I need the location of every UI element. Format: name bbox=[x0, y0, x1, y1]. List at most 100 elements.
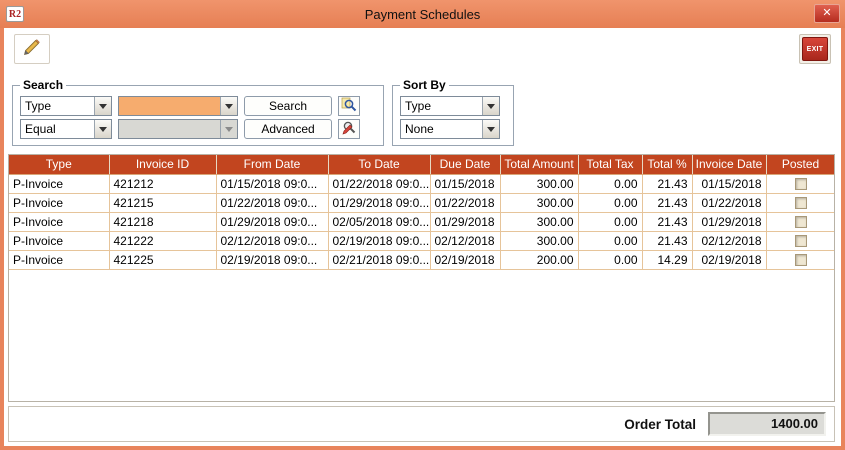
sort-primary-value: Type bbox=[405, 99, 432, 113]
cell-total-tax: 0.00 bbox=[578, 231, 643, 251]
cell-type: P-Invoice bbox=[9, 212, 110, 232]
advanced-button[interactable]: Advanced bbox=[244, 119, 332, 139]
order-total-label: Order Total bbox=[624, 416, 696, 432]
sort-panel: Sort By Type None bbox=[392, 78, 514, 146]
cell-total-pct: 21.43 bbox=[642, 174, 693, 194]
exit-button[interactable]: EXIT bbox=[799, 34, 831, 64]
search-value2-text bbox=[119, 120, 220, 138]
magnifier-icon bbox=[341, 97, 357, 116]
cell-from-date: 01/15/2018 09:0... bbox=[216, 174, 329, 194]
chevron-down-icon bbox=[94, 97, 111, 115]
window-content: EXIT Search Type Search Equal Advanced S… bbox=[4, 28, 841, 446]
search-value-combo[interactable] bbox=[118, 96, 238, 116]
payment-schedules-window: Payment Schedules R2 ✕ EXIT Search Type bbox=[0, 0, 845, 450]
cell-due-date: 01/15/2018 bbox=[430, 174, 501, 194]
table-row[interactable]: P-Invoice 421225 02/19/2018 09:0... 02/21/2… bbox=[9, 250, 834, 270]
cell-total-amount: 300.00 bbox=[500, 212, 579, 232]
search-panel: Search Type Search Equal Advanced bbox=[12, 78, 384, 146]
cell-due-date: 01/22/2018 bbox=[430, 193, 501, 213]
col-invoice-date[interactable]: Invoice Date bbox=[692, 155, 767, 175]
cell-posted bbox=[766, 193, 834, 213]
cell-from-date: 02/19/2018 09:0... bbox=[216, 250, 329, 270]
cell-due-date: 02/19/2018 bbox=[430, 250, 501, 270]
close-button[interactable]: ✕ bbox=[814, 4, 840, 23]
search-operator-combo[interactable]: Equal bbox=[20, 119, 112, 139]
col-type[interactable]: Type bbox=[9, 155, 110, 175]
cell-total-amount: 300.00 bbox=[500, 174, 579, 194]
posted-checkbox[interactable] bbox=[794, 235, 807, 248]
cell-total-tax: 0.00 bbox=[578, 250, 643, 270]
search-field-combo[interactable]: Type bbox=[20, 96, 112, 116]
table-row[interactable]: P-Invoice 421218 01/29/2018 09:0... 02/05/2… bbox=[9, 212, 834, 232]
cell-invoice-date: 02/12/2018 bbox=[692, 231, 767, 251]
cell-invoice-id: 421222 bbox=[109, 231, 217, 251]
posted-checkbox[interactable] bbox=[794, 216, 807, 229]
col-total-amount[interactable]: Total Amount bbox=[500, 155, 579, 175]
cell-invoice-id: 421225 bbox=[109, 250, 217, 270]
cell-invoice-date: 02/19/2018 bbox=[692, 250, 767, 270]
chevron-down-icon bbox=[220, 97, 237, 115]
posted-checkbox[interactable] bbox=[794, 197, 807, 210]
cell-posted bbox=[766, 231, 834, 251]
cell-due-date: 01/29/2018 bbox=[430, 212, 501, 232]
cell-total-tax: 0.00 bbox=[578, 212, 643, 232]
table-row[interactable]: P-Invoice 421212 01/15/2018 09:0... 01/22/2… bbox=[9, 174, 834, 194]
advanced-find-button[interactable] bbox=[338, 119, 360, 139]
chevron-down-icon bbox=[482, 120, 499, 138]
cell-invoice-date: 01/29/2018 bbox=[692, 212, 767, 232]
cell-posted bbox=[766, 212, 834, 232]
cell-total-tax: 0.00 bbox=[578, 193, 643, 213]
cell-total-pct: 21.43 bbox=[642, 193, 693, 213]
app-logo-icon: R2 bbox=[6, 6, 24, 22]
table-row[interactable]: P-Invoice 421222 02/12/2018 09:0... 02/19/2… bbox=[9, 231, 834, 251]
cell-type: P-Invoice bbox=[9, 174, 110, 194]
col-total-pct[interactable]: Total % bbox=[642, 155, 693, 175]
col-posted[interactable]: Posted bbox=[766, 155, 834, 175]
cell-total-amount: 300.00 bbox=[500, 231, 579, 251]
cell-from-date: 02/12/2018 09:0... bbox=[216, 231, 329, 251]
sort-secondary-combo[interactable]: None bbox=[400, 119, 500, 139]
cell-posted bbox=[766, 174, 834, 194]
footer-bar: Order Total 1400.00 bbox=[8, 406, 835, 442]
titlebar[interactable]: Payment Schedules R2 ✕ bbox=[0, 0, 845, 28]
col-invoice-id[interactable]: Invoice ID bbox=[109, 155, 217, 175]
cell-from-date: 01/29/2018 09:0... bbox=[216, 212, 329, 232]
table-header-row: Type Invoice ID From Date To Date Due Da… bbox=[9, 155, 834, 175]
edit-button[interactable] bbox=[14, 34, 50, 64]
search-value2-combo bbox=[118, 119, 238, 139]
table-body: P-Invoice 421212 01/15/2018 09:0... 01/22/2… bbox=[9, 174, 834, 270]
cell-invoice-id: 421218 bbox=[109, 212, 217, 232]
order-total-value: 1400.00 bbox=[708, 412, 826, 436]
cell-to-date: 02/21/2018 09:0... bbox=[328, 250, 431, 270]
search-field-value: Type bbox=[25, 99, 52, 113]
cell-type: P-Invoice bbox=[9, 250, 110, 270]
col-from-date[interactable]: From Date bbox=[216, 155, 329, 175]
posted-checkbox[interactable] bbox=[794, 254, 807, 267]
cell-total-pct: 21.43 bbox=[642, 212, 693, 232]
cell-invoice-id: 421215 bbox=[109, 193, 217, 213]
cell-invoice-date: 01/22/2018 bbox=[692, 193, 767, 213]
find-button[interactable] bbox=[338, 96, 360, 116]
table-row[interactable]: P-Invoice 421215 01/22/2018 09:0... 01/29/2… bbox=[9, 193, 834, 213]
cell-from-date: 01/22/2018 09:0... bbox=[216, 193, 329, 213]
search-button[interactable]: Search bbox=[244, 96, 332, 116]
cell-to-date: 02/19/2018 09:0... bbox=[328, 231, 431, 251]
magnifier-pencil-icon bbox=[341, 120, 357, 139]
schedule-table: Type Invoice ID From Date To Date Due Da… bbox=[8, 154, 835, 402]
cell-total-tax: 0.00 bbox=[578, 174, 643, 194]
cell-due-date: 02/12/2018 bbox=[430, 231, 501, 251]
posted-checkbox[interactable] bbox=[794, 178, 807, 191]
cell-type: P-Invoice bbox=[9, 231, 110, 251]
search-value-text bbox=[119, 97, 220, 115]
sort-secondary-value: None bbox=[405, 122, 434, 136]
sort-primary-combo[interactable]: Type bbox=[400, 96, 500, 116]
window-title: Payment Schedules bbox=[364, 6, 481, 22]
search-operator-value: Equal bbox=[25, 122, 56, 136]
cell-to-date: 01/29/2018 09:0... bbox=[328, 193, 431, 213]
col-to-date[interactable]: To Date bbox=[328, 155, 431, 175]
col-due-date[interactable]: Due Date bbox=[430, 155, 501, 175]
chevron-down-icon bbox=[220, 120, 237, 138]
col-total-tax[interactable]: Total Tax bbox=[578, 155, 643, 175]
cell-posted bbox=[766, 250, 834, 270]
cell-type: P-Invoice bbox=[9, 193, 110, 213]
